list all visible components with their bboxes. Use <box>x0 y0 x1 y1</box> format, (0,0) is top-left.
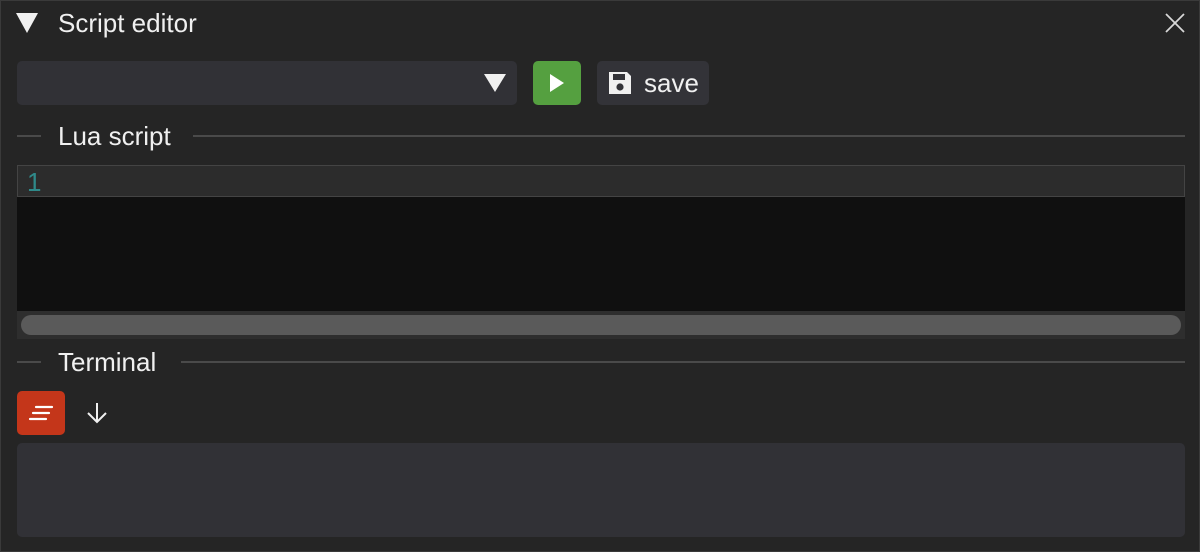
collapse-arrow-icon[interactable] <box>16 13 38 33</box>
floppy-disk-icon <box>609 72 631 94</box>
save-button-label: save <box>644 68 699 98</box>
terminal-output-panel[interactable] <box>17 443 1185 537</box>
lua-section-title: Lua script <box>58 121 171 151</box>
horizontal-scrollbar-thumb[interactable] <box>21 315 1181 335</box>
editor-line[interactable]: 1 <box>17 165 1185 197</box>
script-editor-window: Script editor save Lua script 1 Terminal <box>0 0 1200 552</box>
horizontal-scrollbar[interactable] <box>17 311 1185 339</box>
scroll-to-bottom-button[interactable] <box>81 391 113 435</box>
run-script-button[interactable] <box>533 61 581 105</box>
close-icon[interactable] <box>1164 12 1186 34</box>
title-bar: Script editor <box>1 1 1199 45</box>
script-select-dropdown[interactable] <box>17 61 517 105</box>
terminal-section-rule-right <box>181 361 1185 363</box>
terminal-section-title: Terminal <box>58 347 157 377</box>
lua-section-rule-right <box>193 135 1185 137</box>
clear-lines-icon <box>28 405 54 421</box>
window-title: Script editor <box>58 8 197 38</box>
arrow-down-icon <box>87 403 107 424</box>
line-number: 1 <box>27 167 42 197</box>
lua-section-rule-left <box>17 135 41 137</box>
clear-terminal-button[interactable] <box>17 391 65 435</box>
lua-code-editor[interactable]: 1 <box>17 165 1185 339</box>
play-icon <box>550 74 564 92</box>
terminal-section-rule-left <box>17 361 41 363</box>
save-button[interactable]: save <box>597 61 709 105</box>
dropdown-arrow-icon <box>484 74 506 92</box>
